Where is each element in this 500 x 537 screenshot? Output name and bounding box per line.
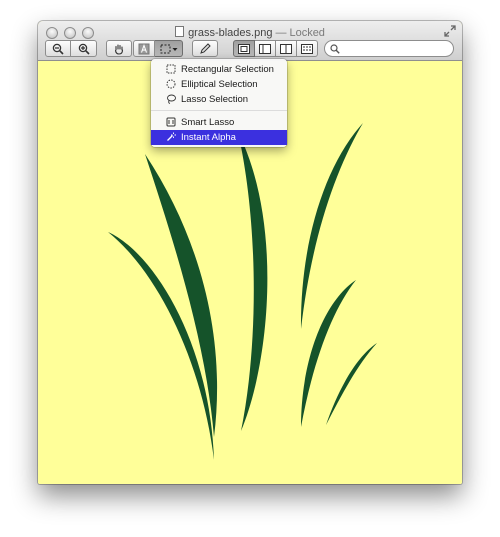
window-filename: grass-blades.png: [188, 27, 273, 39]
view-sidebar-icon: [259, 43, 271, 54]
title-bar: grass-blades.png — Locked: [38, 21, 462, 61]
grass-blade: [326, 343, 377, 425]
menu-item-label: Lasso Selection: [181, 94, 249, 105]
elliptical-selection-icon: [166, 79, 176, 89]
menu-item-label: Instant Alpha: [181, 132, 236, 143]
lock-status: Locked: [289, 27, 325, 39]
menu-item-elliptical-selection[interactable]: Elliptical Selection: [151, 77, 287, 92]
zoom-out-button[interactable]: [45, 40, 71, 57]
menu-item-label: Smart Lasso: [181, 117, 235, 128]
zoom-in-icon: [78, 43, 90, 55]
view-sidebar-button[interactable]: [255, 40, 276, 57]
view-sidebar-right-icon: [280, 43, 292, 54]
selection-menu: Rectangular Selection Elliptical Selecti…: [151, 59, 287, 147]
menu-item-label: Rectangular Selection: [181, 64, 274, 75]
magic-wand-icon: [167, 132, 176, 141]
hand-tool-button[interactable]: [106, 40, 132, 57]
view-single-icon: [238, 43, 250, 54]
view-single-button[interactable]: [233, 40, 255, 57]
menu-separator: [151, 110, 287, 111]
lasso-icon: [167, 94, 176, 104]
toolbar: [38, 40, 462, 60]
grass-blade: [301, 280, 356, 427]
selection-tool-button[interactable]: [155, 40, 183, 57]
rectangular-selection-icon: [166, 64, 176, 74]
selection-tool-icon: [160, 44, 177, 53]
zoom-in-button[interactable]: [71, 40, 97, 57]
search-field[interactable]: [324, 40, 454, 57]
menu-item-label: Elliptical Selection: [181, 79, 258, 90]
search-icon: [330, 44, 340, 54]
annotate-pen-icon: [200, 42, 211, 54]
annotate-button[interactable]: [192, 40, 218, 57]
text-select-button[interactable]: [133, 40, 155, 57]
view-thumbnails-icon: [301, 43, 313, 54]
title-separator: —: [275, 27, 287, 39]
menu-item-lasso-selection[interactable]: Lasso Selection: [151, 92, 287, 107]
view-sidebar-right-button[interactable]: [276, 40, 297, 57]
grass-blade: [300, 123, 363, 329]
menu-item-instant-alpha[interactable]: Instant Alpha: [151, 130, 287, 145]
window-title: grass-blades.png — Locked: [38, 26, 462, 39]
menu-item-smart-lasso[interactable]: Smart Lasso: [151, 115, 287, 130]
grass-blade: [145, 154, 218, 437]
grass-blade: [238, 132, 268, 431]
fullscreen-icon[interactable]: [444, 25, 456, 37]
zoom-out-icon: [52, 43, 64, 55]
hand-icon: [114, 43, 124, 55]
document-icon: [175, 26, 185, 37]
smart-lasso-icon: [166, 117, 176, 127]
text-select-icon: [138, 43, 150, 54]
view-thumbnails-button[interactable]: [297, 40, 318, 57]
menu-item-rectangular-selection[interactable]: Rectangular Selection: [151, 62, 287, 77]
